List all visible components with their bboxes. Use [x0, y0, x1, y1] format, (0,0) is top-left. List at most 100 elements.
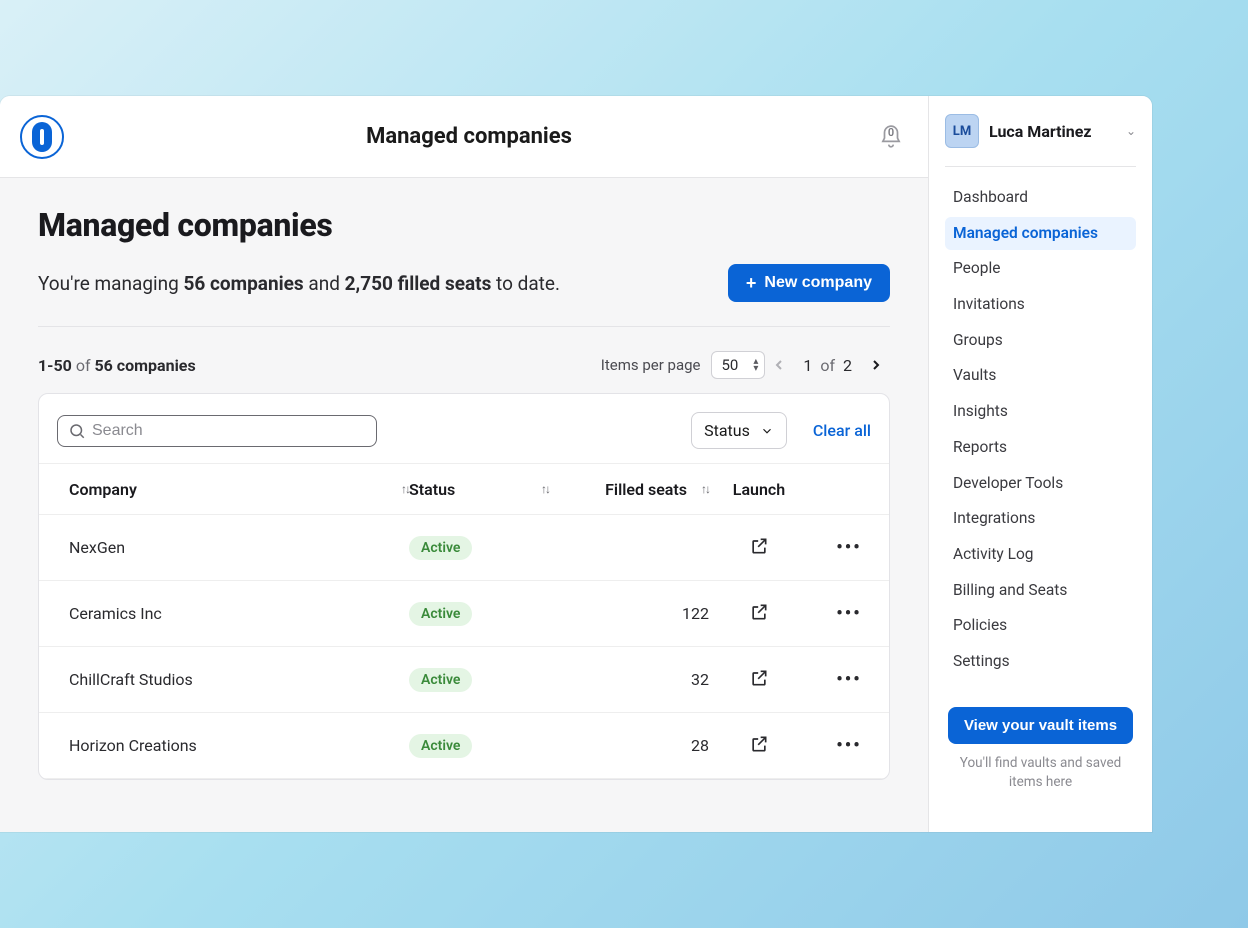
pager-total: 56 companies: [94, 356, 195, 375]
page-indicator: 1 of 2: [803, 356, 852, 375]
page-total: 2: [843, 356, 852, 375]
app-window: Managed companies 0 Managed companies Yo…: [0, 96, 1152, 832]
notification-count: 0: [888, 126, 894, 139]
col-filled-header[interactable]: Filled seats ↑↓: [549, 480, 709, 499]
launch-button[interactable]: [709, 734, 809, 758]
status-filter-label: Status: [704, 421, 750, 440]
filter-row: Status Clear all: [39, 394, 889, 463]
pager-of: of: [76, 356, 91, 375]
next-page-button[interactable]: [862, 351, 890, 379]
prev-page-button[interactable]: [765, 351, 793, 379]
more-icon: •••: [836, 669, 861, 690]
user-name: Luca Martinez: [989, 122, 1116, 141]
cell-status: Active: [409, 734, 549, 758]
chevron-right-icon: [868, 357, 884, 373]
new-company-button[interactable]: + New company: [728, 264, 890, 302]
col-launch-header: Launch: [709, 480, 809, 499]
cell-company: Ceramics Inc: [69, 604, 409, 623]
launch-button[interactable]: [709, 536, 809, 560]
launch-button[interactable]: [709, 602, 809, 626]
sort-icon: ↑↓: [541, 482, 549, 496]
items-per-page-select[interactable]: 50 ▴▾: [711, 351, 766, 379]
summary-seats: 2,750 filled seats: [345, 272, 492, 295]
launch-icon: [749, 536, 769, 560]
nav-item-managed-companies[interactable]: Managed companies: [945, 217, 1136, 251]
summary-mid: and: [304, 272, 345, 295]
nav-item-insights[interactable]: Insights: [945, 395, 1136, 429]
clear-all-button[interactable]: Clear all: [813, 421, 871, 440]
sidebar: LM Luca Martinez ⌄ DashboardManaged comp…: [928, 96, 1152, 832]
items-per-page-value: 50: [722, 356, 739, 374]
table-body: NexGenActive•••Ceramics IncActive122•••C…: [39, 515, 889, 779]
plus-icon: +: [746, 274, 757, 292]
status-badge: Active: [409, 602, 472, 626]
cell-status: Active: [409, 668, 549, 692]
vault-cta: View your vault items You'll find vaults…: [945, 707, 1136, 792]
search-input[interactable]: [92, 422, 366, 440]
launch-button[interactable]: [709, 668, 809, 692]
summary-companies: 56 companies: [183, 272, 303, 295]
table-row: ChillCraft StudiosActive 32 •••: [39, 647, 889, 713]
more-icon: •••: [836, 537, 861, 558]
nav-item-reports[interactable]: Reports: [945, 431, 1136, 465]
nav-item-policies[interactable]: Policies: [945, 609, 1136, 643]
top-bar-title: Managed companies: [64, 124, 874, 149]
user-menu[interactable]: LM Luca Martinez ⌄: [945, 114, 1136, 167]
notifications-button[interactable]: 0: [874, 120, 908, 154]
col-company-label: Company: [69, 480, 137, 499]
nav-item-billing-and-seats[interactable]: Billing and Seats: [945, 574, 1136, 608]
row-actions-button[interactable]: •••: [809, 603, 889, 624]
summary-suffix: to date.: [491, 272, 560, 295]
cell-filled-seats: 32: [549, 670, 709, 689]
cell-filled-seats: 122: [549, 604, 709, 623]
stepper-icon: ▴▾: [753, 358, 758, 372]
cell-company: Horizon Creations: [69, 736, 409, 755]
nav-item-dashboard[interactable]: Dashboard: [945, 181, 1136, 215]
launch-icon: [749, 668, 769, 692]
page-title: Managed companies: [38, 206, 890, 244]
col-status-label: Status: [409, 480, 455, 499]
view-vault-button[interactable]: View your vault items: [948, 707, 1133, 744]
row-actions-button[interactable]: •••: [809, 537, 889, 558]
sort-icon: ↑↓: [701, 482, 709, 496]
nav-item-settings[interactable]: Settings: [945, 645, 1136, 679]
status-filter[interactable]: Status: [691, 412, 787, 449]
content-area: Managed companies You're managing 56 com…: [0, 178, 928, 780]
nav-item-developer-tools[interactable]: Developer Tools: [945, 467, 1136, 501]
launch-icon: [749, 602, 769, 626]
pager-range: 1-50 of 56 companies: [38, 356, 196, 375]
nav-item-activity-log[interactable]: Activity Log: [945, 538, 1136, 572]
sort-icon: ↑↓: [401, 482, 409, 496]
top-bar: Managed companies 0: [0, 96, 928, 178]
nav-item-invitations[interactable]: Invitations: [945, 288, 1136, 322]
nav-item-integrations[interactable]: Integrations: [945, 502, 1136, 536]
row-actions-button[interactable]: •••: [809, 735, 889, 756]
col-filled-label: Filled seats: [605, 480, 687, 499]
col-status-header[interactable]: Status ↑↓: [409, 480, 549, 499]
app-logo-icon: [20, 115, 64, 159]
col-launch-label: Launch: [733, 480, 785, 499]
status-badge: Active: [409, 734, 472, 758]
more-icon: •••: [836, 735, 861, 756]
nav-item-people[interactable]: People: [945, 252, 1136, 286]
chevron-down-icon: ⌄: [1126, 124, 1136, 138]
row-actions-button[interactable]: •••: [809, 669, 889, 690]
companies-table-card: Status Clear all Company ↑↓ Status ↑↓: [38, 393, 890, 780]
nav-item-groups[interactable]: Groups: [945, 324, 1136, 358]
pager-range-value: 1-50: [38, 356, 72, 375]
vault-note: You'll find vaults and saved items here: [945, 754, 1136, 792]
col-company-header[interactable]: Company ↑↓: [69, 480, 409, 499]
chevron-down-icon: [760, 424, 774, 438]
items-per-page-label: Items per page: [601, 356, 701, 374]
launch-icon: [749, 734, 769, 758]
nav-list: DashboardManaged companiesPeopleInvitati…: [945, 181, 1136, 681]
nav-item-vaults[interactable]: Vaults: [945, 359, 1136, 393]
avatar: LM: [945, 114, 979, 148]
cell-company: ChillCraft Studios: [69, 670, 409, 689]
page-current: 1: [803, 356, 812, 375]
search-field[interactable]: [57, 415, 377, 447]
status-badge: Active: [409, 668, 472, 692]
summary-text: You're managing 56 companies and 2,750 f…: [38, 272, 560, 295]
table-header: Company ↑↓ Status ↑↓ Filled seats ↑↓: [39, 463, 889, 515]
table-row: Ceramics IncActive 122 •••: [39, 581, 889, 647]
